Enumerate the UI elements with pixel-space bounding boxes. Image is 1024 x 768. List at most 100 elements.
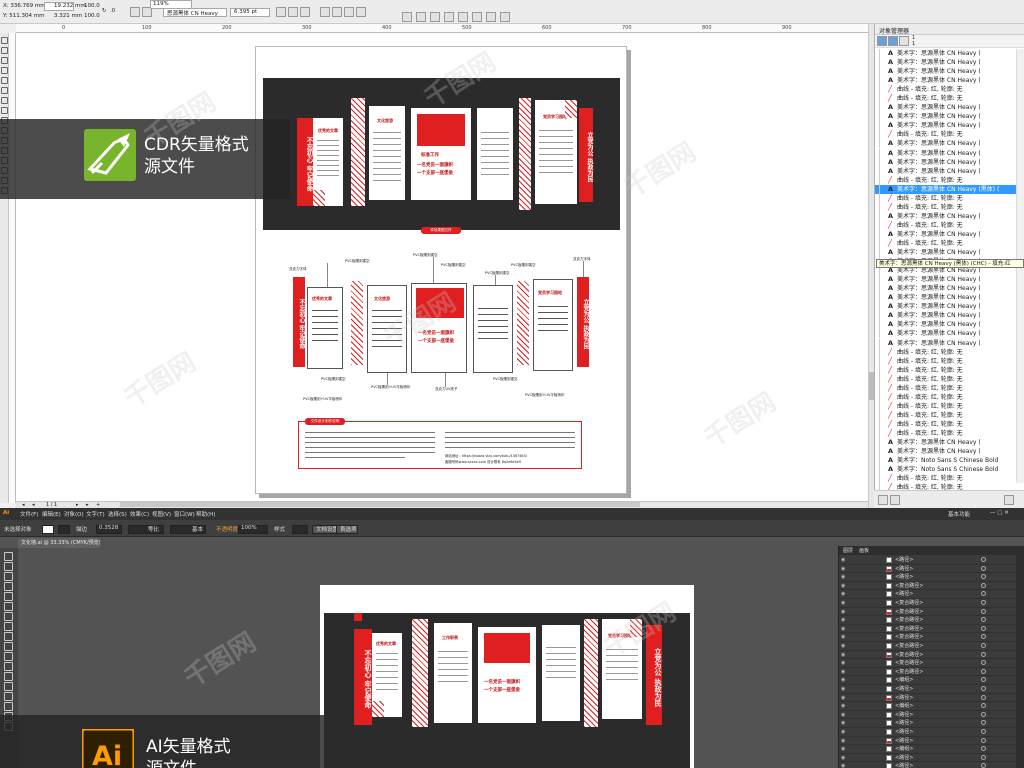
shape-tool-icon[interactable]	[1, 47, 8, 54]
target-icon[interactable]	[981, 754, 986, 760]
visibility-eye-icon[interactable]: ◉	[841, 676, 845, 684]
visibility-eye-icon[interactable]: ◉	[841, 719, 845, 727]
object-row-text[interactable]: A美术字：思源黑体 CN Heavy (	[875, 248, 1017, 258]
layer-manager-view-icon[interactable]	[899, 36, 909, 46]
visibility-eye-icon[interactable]: ◉	[841, 754, 845, 762]
visibility-eye-icon[interactable]: ◉	[841, 625, 845, 633]
object-row-text[interactable]: A美术字：思源黑体 CN Heavy (	[875, 211, 1017, 221]
visibility-eye-icon[interactable]: ◉	[841, 762, 845, 768]
pan-icon[interactable]	[430, 12, 440, 22]
target-icon[interactable]	[981, 694, 986, 700]
object-row-curve[interactable]: ╱ 曲线 - 填充: 红, 轮廓: 无	[875, 428, 1017, 438]
paintbrush-tool-icon[interactable]	[4, 622, 13, 631]
menu-type[interactable]: 文字(T)	[86, 510, 105, 518]
launcher-icon[interactable]	[472, 12, 482, 22]
target-icon[interactable]	[981, 677, 986, 683]
bold-icon[interactable]	[276, 7, 286, 17]
object-row-text[interactable]: A美术字：思源黑体 CN Heavy (	[875, 139, 1017, 149]
object-row-curve[interactable]: ╱ 曲线 - 填充: 红, 轮廓: 无	[875, 419, 1017, 429]
layer-row[interactable]: ◉ <路径>	[839, 590, 1017, 599]
layer-row[interactable]: ◉ <路径>	[839, 565, 1017, 574]
document-tab[interactable]: 文化墙.ai @ 33.33% (CMYK/预览)	[18, 538, 100, 548]
menu-view[interactable]: 视图(V)	[152, 510, 171, 518]
object-row-text[interactable]: A美术字：思源黑体 CN Heavy (	[875, 284, 1017, 294]
ai-app-logo[interactable]: Ai	[3, 510, 9, 516]
layer-row[interactable]: ◉ <复合路径>	[839, 642, 1017, 651]
style-swatch[interactable]	[292, 525, 308, 534]
pick-tool-icon[interactable]	[1, 37, 8, 44]
selection-tool-icon[interactable]	[4, 552, 13, 561]
underline-icon[interactable]	[300, 7, 310, 17]
layer-row[interactable]: ◉ <路径>	[839, 754, 1017, 763]
object-row-curve[interactable]: ╱ 曲线 - 填充: 红, 轮廓: 无	[875, 383, 1017, 393]
help-icon[interactable]	[500, 12, 510, 22]
layer-row[interactable]: ◉ <路径>	[839, 685, 1017, 694]
freehand-tool-icon[interactable]	[1, 77, 8, 84]
shape-builder-tool-icon[interactable]	[4, 682, 13, 691]
object-row-curve[interactable]: ╱ 曲线 - 填充: 红, 轮廓: 无	[875, 220, 1017, 230]
menu-edit[interactable]: 编辑(E)	[42, 510, 61, 518]
visibility-eye-icon[interactable]: ◉	[841, 616, 845, 624]
visibility-eye-icon[interactable]: ◉	[841, 745, 845, 753]
visibility-eye-icon[interactable]: ◉	[841, 737, 845, 745]
object-row-text[interactable]: A 美术字：Noto Sans S Chinese Bold	[875, 456, 1017, 466]
stroke-swatch[interactable]	[58, 525, 70, 534]
app-icon[interactable]	[486, 12, 496, 22]
visibility-eye-icon[interactable]: ◉	[841, 685, 845, 693]
layer-row[interactable]: ◉ <复合路径>	[839, 608, 1017, 617]
smart-fill-tool-icon[interactable]	[1, 87, 8, 94]
options-icon[interactable]	[458, 12, 468, 22]
object-row-curve[interactable]: ╱ 曲线 - 填充: 红, 轮廓: 无	[875, 365, 1017, 375]
menu-select[interactable]: 选择(S)	[108, 510, 127, 518]
type-tool-icon[interactable]	[4, 592, 13, 601]
target-icon[interactable]	[981, 763, 986, 768]
object-row-curve[interactable]: ╱ 曲线 - 填充: 红, 轮廓: 无	[875, 374, 1017, 384]
object-row-text[interactable]: A美术字：思源黑体 CN Heavy (	[875, 49, 1017, 58]
align-icon[interactable]	[320, 7, 330, 17]
object-row-text[interactable]: A美术字：思源黑体 CN Heavy (	[875, 121, 1017, 131]
window-controls[interactable]: — ▢ ✕	[990, 510, 1009, 516]
layer-row[interactable]: ◉ <复合路径>	[839, 651, 1017, 660]
layer-row[interactable]: ◉ <复合路径>	[839, 625, 1017, 634]
ellipse-tool-icon[interactable]	[1, 107, 8, 114]
layer-row[interactable]: ◉ <编组>	[839, 676, 1017, 685]
target-icon[interactable]	[981, 591, 986, 597]
new-layer-icon[interactable]	[878, 495, 888, 505]
object-row-curve[interactable]: ╱ 曲线 - 填充: 红, 轮廓: 无	[875, 130, 1017, 140]
visibility-eye-icon[interactable]: ◉	[841, 573, 845, 581]
welcome-icon[interactable]	[444, 12, 454, 22]
object-row-text[interactable]: A美术字：思源黑体 CN Heavy (	[875, 148, 1017, 158]
target-icon[interactable]	[981, 686, 986, 691]
object-row-curve[interactable]: ╱ 曲线 - 填充: 红, 轮廓: 无	[875, 474, 1017, 484]
new-master-layer-icon[interactable]	[890, 495, 900, 505]
object-row-text[interactable]: A美术字：思源黑体 CN Heavy (	[875, 166, 1017, 176]
layer-row[interactable]: ◉ <复合路径>	[839, 659, 1017, 668]
layer-row[interactable]: ◉ <复合路径>	[839, 599, 1017, 608]
free-transform-tool-icon[interactable]	[4, 672, 13, 681]
visibility-eye-icon[interactable]: ◉	[841, 556, 845, 564]
menu-file[interactable]: 文件(F)	[20, 510, 38, 518]
layer-row[interactable]: ◉ <路径>	[839, 556, 1017, 565]
target-icon[interactable]	[981, 582, 986, 588]
object-row-text[interactable]: A美术字：思源黑体 CN Heavy (	[875, 67, 1017, 77]
target-icon[interactable]	[981, 608, 986, 614]
target-icon[interactable]	[981, 617, 986, 623]
object-row-curve[interactable]: ╱ 曲线 - 填充: 红, 轮廓: 无	[875, 410, 1017, 420]
direct-selection-tool-icon[interactable]	[4, 562, 13, 571]
mirror-h-icon[interactable]	[130, 7, 140, 17]
zoom-tool-icon[interactable]	[1, 67, 8, 74]
target-icon[interactable]	[981, 660, 986, 666]
layer-row[interactable]: ◉ <复合路径>	[839, 616, 1017, 625]
object-row-text[interactable]: A美术字：思源黑体 CN Heavy (	[875, 229, 1017, 239]
pen-tool-icon[interactable]	[4, 582, 13, 591]
object-row-text[interactable]: A美术字：思源黑体 CN Heavy (	[875, 338, 1017, 348]
target-icon[interactable]	[981, 729, 986, 734]
object-row-text[interactable]: A美术字：思源黑体 CN Heavy (	[875, 275, 1017, 285]
object-row-text[interactable]: A美术字：思源黑体 CN Heavy (	[875, 329, 1017, 339]
layers-tab[interactable]: 图层	[843, 547, 853, 554]
position-y[interactable]: Y: 511.304 mm	[3, 13, 44, 19]
layer-row[interactable]: ◉ <路径>	[839, 762, 1017, 768]
snap-icon[interactable]	[402, 12, 412, 22]
menu-window[interactable]: 窗口(W)	[174, 510, 195, 518]
object-row-text[interactable]: A美术字：思源黑体 CN Heavy (	[875, 447, 1017, 457]
